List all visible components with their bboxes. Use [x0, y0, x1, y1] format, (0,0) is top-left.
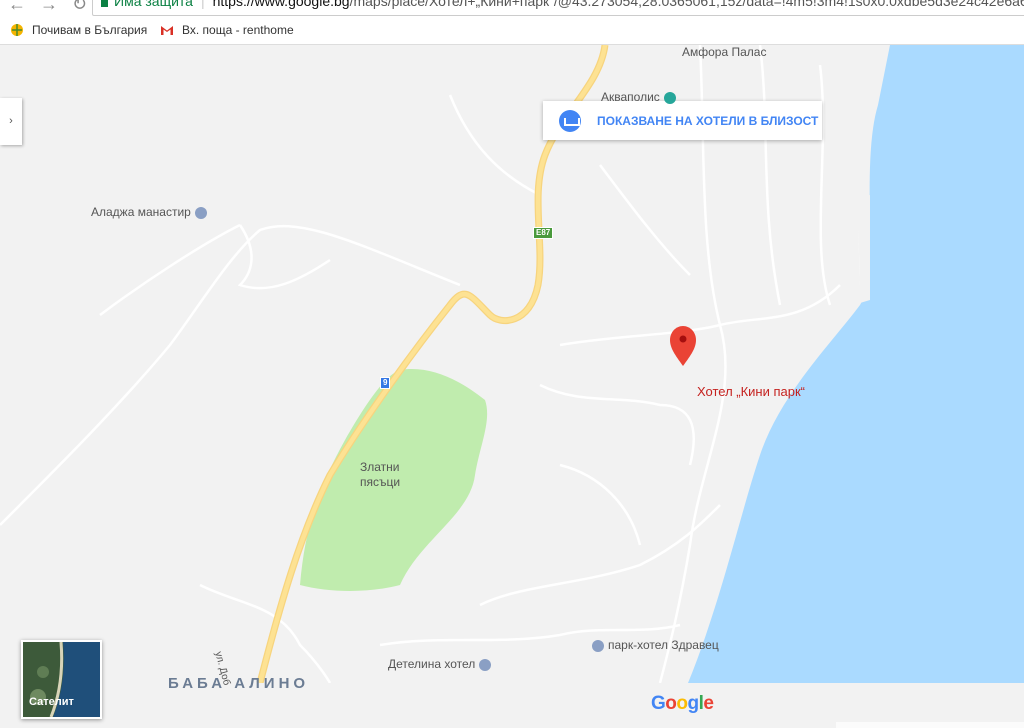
monastery-poi-icon [194, 206, 207, 219]
hotel-marker-label[interactable]: Хотел „Кини парк“ [697, 384, 805, 399]
bed-icon [559, 109, 581, 132]
globe-icon [11, 24, 23, 36]
satellite-toggle[interactable]: Сателит [21, 640, 102, 719]
bookmarks-bar: Почивам в България Вх. поща - renthome [0, 16, 1024, 45]
forward-icon[interactable]: → [40, 0, 72, 14]
label-detelina[interactable]: Детелина хотел [388, 657, 492, 671]
label-baba-alino: БАБА АЛИНО [168, 675, 310, 692]
hotel-poi-icon [479, 658, 492, 671]
lock-icon [101, 0, 108, 7]
side-panel-toggle[interactable]: › [0, 98, 22, 145]
map-footer [836, 722, 1024, 728]
google-logo: Google [651, 693, 714, 714]
label-aladzha[interactable]: Аладжа манастир [91, 205, 207, 219]
url-text: https://www.google.bg/maps/place/Хотел+„… [212, 0, 1024, 9]
label-pyasatsi: пясъци [360, 475, 401, 489]
bookmark-pochivam[interactable]: Почивам в България [10, 23, 147, 37]
road-shield-9: 9 [380, 377, 391, 389]
satellite-label: Сателит [29, 696, 74, 708]
bookmark-gmail[interactable]: Вх. поща - renthome [160, 23, 294, 37]
back-icon[interactable]: ← [8, 0, 40, 14]
map-graphics [0, 45, 1024, 683]
label-anfora[interactable]: Амфора Палас [682, 45, 766, 59]
browser-toolbar: ←→↻ Има защита | https://www.google.bg/map… [0, 0, 1024, 16]
gmail-icon [161, 26, 173, 35]
address-bar[interactable]: Има защита | https://www.google.bg/maps/pl… [92, 0, 1024, 16]
road-shield-e87: E87 [533, 227, 554, 239]
park-poi-icon [663, 91, 676, 104]
label-akvapolis[interactable]: Акваполис [601, 90, 676, 104]
nav-buttons: ←→↻ [8, 0, 101, 15]
map-canvas[interactable]: › ПОКАЗВАНЕ НА ХОТЕЛИ В БЛИЗОСТ Амфора П… [0, 45, 1024, 728]
label-zdravets[interactable]: парк-хотел Здравец [592, 638, 719, 652]
hotel-poi-icon [592, 639, 604, 652]
show-hotels-button[interactable]: ПОКАЗВАНЕ НА ХОТЕЛИ В БЛИЗОСТ [543, 101, 822, 140]
label-zlatni: Златни [360, 460, 400, 474]
secure-label: Има защита [114, 0, 193, 9]
